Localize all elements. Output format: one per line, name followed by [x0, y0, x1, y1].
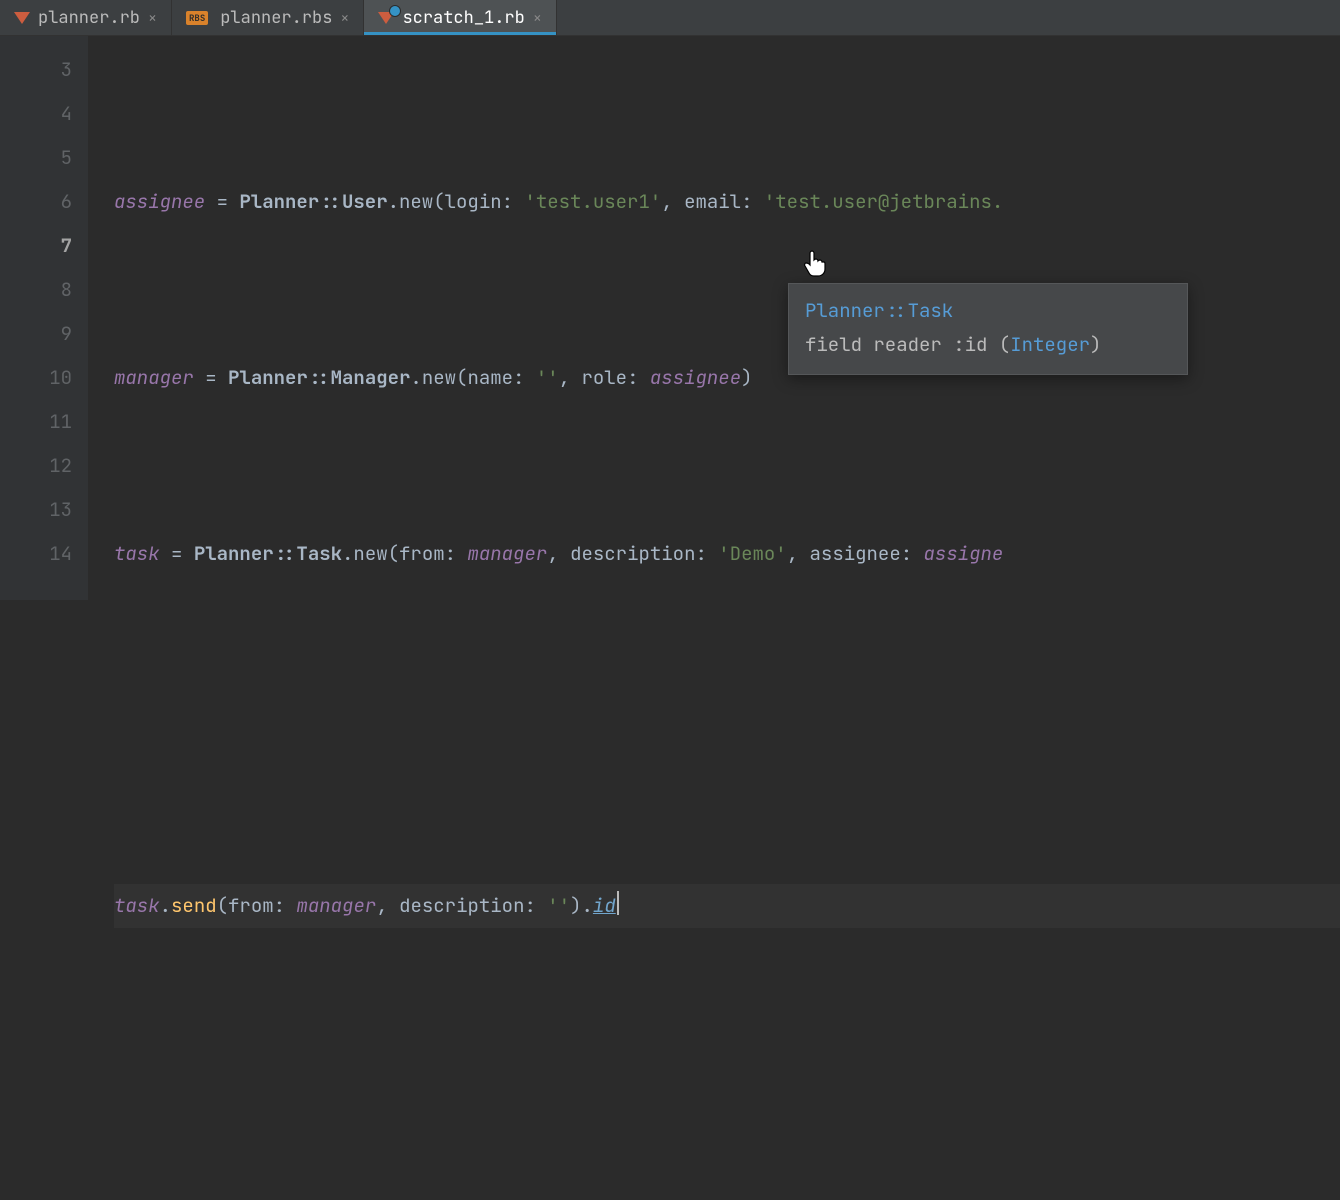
tab-planner-rbs[interactable]: RBS planner.rbs × [172, 0, 364, 35]
line-number: 10 [0, 356, 72, 400]
rbs-file-icon: RBS [186, 11, 208, 25]
quick-doc-type: Integer [1010, 332, 1090, 357]
token-string: '' [547, 893, 570, 918]
quick-doc-title: Planner::Task [805, 294, 1171, 328]
line-number: 12 [0, 444, 72, 488]
token-string: 'Demo' [718, 541, 786, 566]
line-number: 5 [0, 136, 72, 180]
close-icon[interactable]: × [533, 8, 542, 28]
ruby-file-icon [14, 10, 30, 26]
close-icon[interactable]: × [340, 8, 349, 28]
scratch-badge-icon [389, 5, 401, 17]
code-line[interactable] [114, 1060, 1340, 1104]
tab-scratch-1-rb[interactable]: scratch_1.rb × [364, 0, 556, 35]
line-number: 14 [0, 532, 72, 576]
tab-planner-rb[interactable]: planner.rb × [0, 0, 172, 35]
token-local-var: assignee [650, 365, 741, 390]
token-local-var: assignee [114, 189, 205, 214]
editor[interactable]: 3 4 5 6 7 8 9 10 11 12 13 14 assignee = … [0, 36, 1340, 600]
line-number: 9 [0, 312, 72, 356]
code-line[interactable]: assignee = Planner::User.new(login: 'tes… [114, 180, 1340, 224]
code-line-current[interactable]: task.send(from: manager, description: ''… [114, 884, 1340, 928]
token-const: Planner::Task [194, 541, 342, 566]
quick-doc-popup[interactable]: Planner::Task field reader :id (Integer) [788, 283, 1188, 375]
token-local-var: manager [114, 365, 194, 390]
tab-label: planner.rbs [220, 7, 332, 29]
token-local-var: task [114, 541, 160, 566]
token-string: 'test.user1' [524, 189, 661, 214]
gutter: 3 4 5 6 7 8 9 10 11 12 13 14 [0, 36, 88, 600]
token-local-var: manager [296, 893, 376, 918]
token-const: Planner::User [239, 189, 387, 214]
line-number-current: 7 [0, 224, 72, 268]
line-number: 13 [0, 488, 72, 532]
code-line[interactable] [114, 708, 1340, 752]
quick-doc-body: field reader :id (Integer) [805, 328, 1171, 362]
tab-bar: planner.rb × RBS planner.rbs × scratch_1… [0, 0, 1340, 36]
token-const: Planner::Manager [228, 365, 410, 390]
line-number: 4 [0, 92, 72, 136]
code-line[interactable]: task = Planner::Task.new(from: manager, … [114, 532, 1340, 576]
token-method-call: send [171, 893, 217, 918]
token-hyperlink-id[interactable]: id [593, 893, 616, 918]
close-icon[interactable]: × [148, 8, 157, 28]
text-caret [617, 891, 619, 915]
token-local-var: assigne [924, 541, 1004, 566]
tab-label: scratch_1.rb [402, 7, 524, 29]
line-number: 6 [0, 180, 72, 224]
tab-label: planner.rb [38, 7, 140, 29]
code-line[interactable] [114, 1192, 1340, 1200]
token-string: '' [536, 365, 559, 390]
ruby-file-icon [378, 10, 394, 26]
line-number: 3 [0, 48, 72, 92]
token-string: 'test.user@jetbrains. [764, 189, 1003, 214]
line-number: 8 [0, 268, 72, 312]
token-local-var: task [114, 893, 160, 918]
line-number: 11 [0, 400, 72, 444]
token-local-var: manager [467, 541, 547, 566]
